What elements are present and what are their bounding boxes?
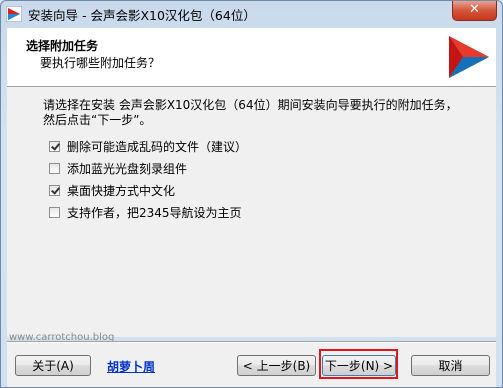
option-label: 支持作者，把2345导航设为主页 — [67, 206, 242, 220]
author-link[interactable]: 胡萝卜周 — [107, 358, 155, 375]
back-button[interactable]: < 上一步(B) — [237, 355, 316, 376]
corel-logo-icon — [449, 36, 489, 78]
window-title: 安装向导 - 会声会影X10汉化包（64位） — [28, 8, 256, 23]
option-label: 删除可能造成乱码的文件（建议） — [67, 140, 248, 154]
next-button-highlight — [319, 349, 398, 379]
installer-app-icon — [6, 6, 22, 22]
checkbox-unchecked[interactable] — [49, 207, 60, 218]
option-label: 添加蓝光光盘刻录组件 — [67, 162, 188, 176]
option-localize-desktop-shortcut[interactable]: 桌面快捷方式中文化 — [49, 182, 175, 199]
option-set-homepage[interactable]: 支持作者，把2345导航设为主页 — [49, 204, 242, 221]
close-button[interactable]: ✕ — [452, 1, 497, 21]
installer-window: 安装向导 - 会声会影X10汉化包（64位） ✕ 选择附加任务 要执行哪些附加任… — [0, 0, 503, 388]
page-subtitle: 要执行哪些附加任务？ — [40, 56, 161, 70]
intro-text: 请选择在安装 会声会影X10汉化包（64位）期间安装向导要执行的附加任务， 然后… — [43, 98, 458, 128]
option-add-bluray-burner[interactable]: 添加蓝光光盘刻录组件 — [49, 160, 187, 177]
about-button[interactable]: 关于(A) — [15, 355, 91, 376]
page-title: 选择附加任务 — [26, 39, 99, 53]
intro-line-2: 然后点击“下一步”。 — [43, 113, 152, 127]
option-delete-garbled-files[interactable]: 删除可能造成乱码的文件（建议） — [49, 138, 247, 155]
checkbox-unchecked[interactable] — [49, 163, 60, 174]
checkbox-checked[interactable] — [49, 185, 60, 196]
title-bar[interactable]: 安装向导 - 会声会影X10汉化包（64位） ✕ — [1, 1, 502, 27]
wizard-header: 选择附加任务 要执行哪些附加任务？ — [7, 28, 496, 87]
wizard-content: 请选择在安装 会声会影X10汉化包（64位）期间安装向导要执行的附加任务， 然后… — [7, 87, 496, 343]
option-label: 桌面快捷方式中文化 — [67, 184, 176, 198]
checkbox-checked[interactable] — [49, 141, 60, 152]
cancel-button[interactable]: 取消 — [411, 355, 490, 376]
intro-line-1: 请选择在安装 会声会影X10汉化包（64位）期间安装向导要执行的附加任务， — [43, 98, 458, 112]
